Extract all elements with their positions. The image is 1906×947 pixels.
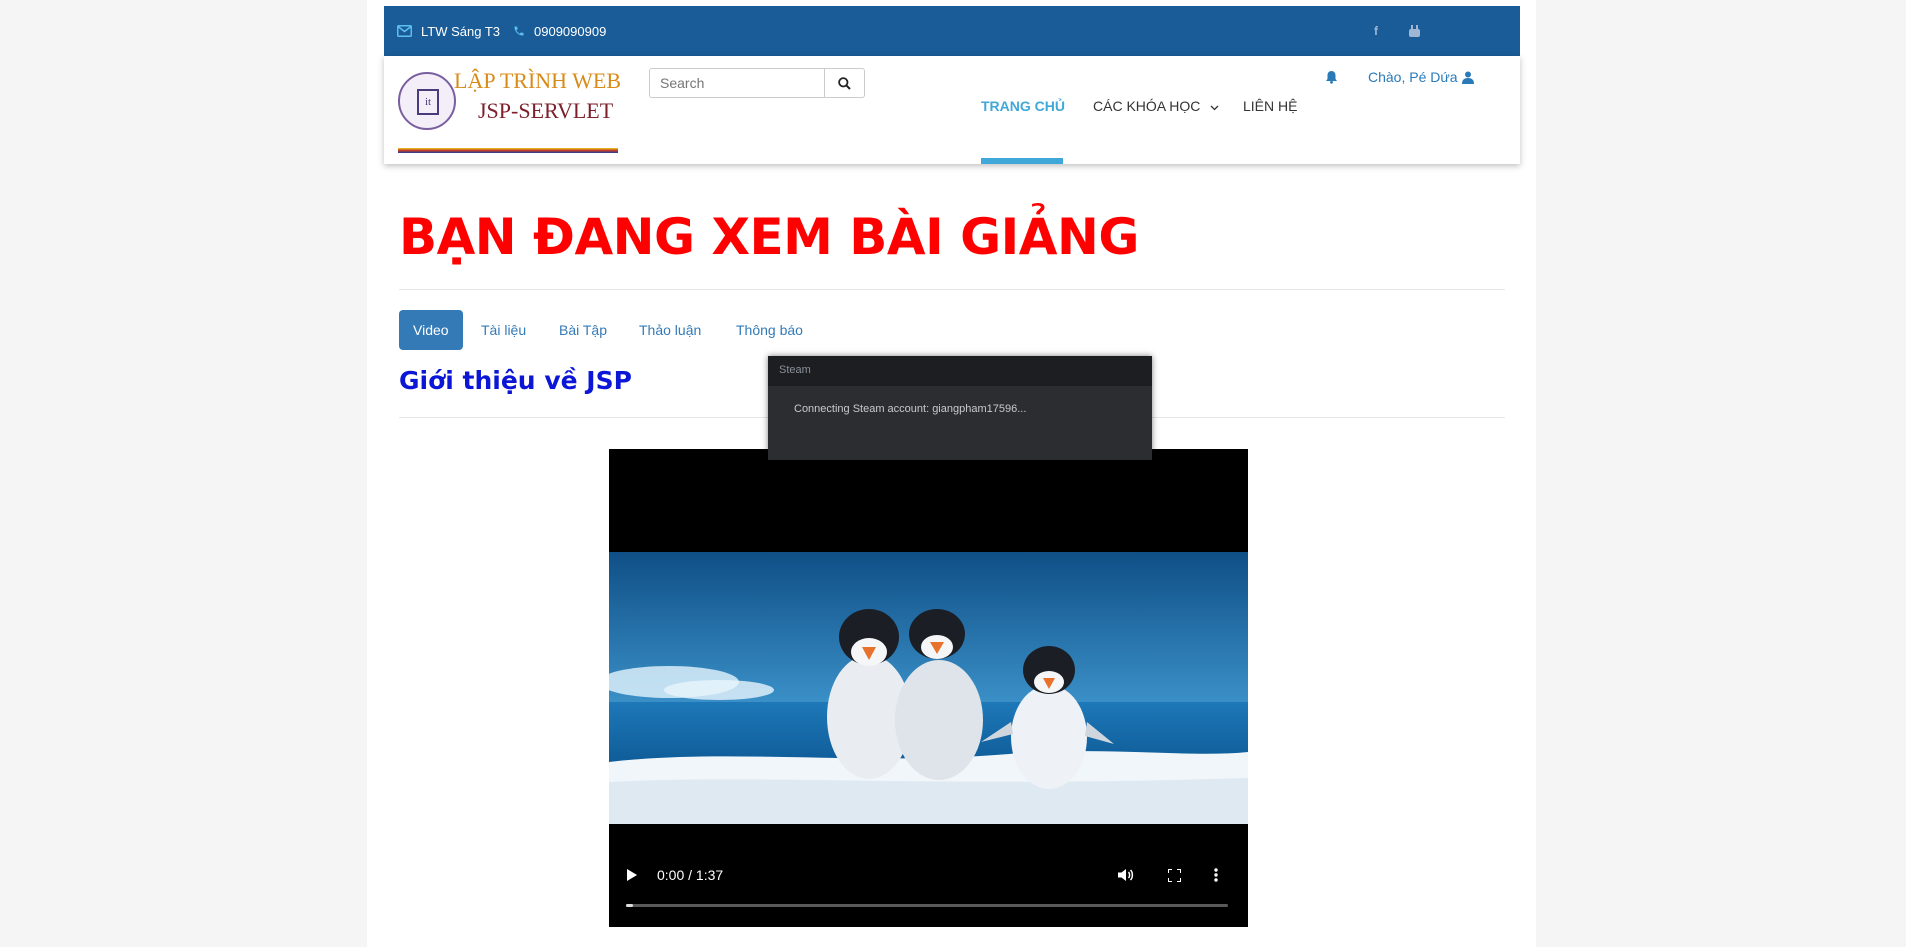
steam-popup: Steam Connecting Steam account: giangpha…	[768, 356, 1152, 460]
nav-courses-label: CÁC KHÓA HỌC	[1093, 98, 1201, 114]
phone-label: 0909090909	[534, 23, 607, 39]
divider	[399, 289, 1505, 290]
more-options-button[interactable]	[1206, 865, 1226, 885]
video-frame[interactable]	[609, 552, 1248, 824]
video-thumbnail	[609, 552, 1248, 824]
video-progress-bar[interactable]	[626, 904, 1228, 907]
tab-documents[interactable]: Tài liệu	[467, 310, 540, 350]
play-button[interactable]	[622, 865, 642, 885]
user-icon	[1461, 71, 1474, 84]
logo-title-line1: LẬP TRÌNH WEB	[454, 68, 622, 93]
phone-contact[interactable]: 0909090909	[513, 6, 606, 56]
site-logo[interactable]: it LẬP TRÌNH WEB JSP-SERVLET	[398, 66, 622, 154]
play-icon	[627, 869, 637, 881]
volume-icon	[1118, 869, 1134, 881]
user-greeting-label: Chào, Pé Dứa	[1368, 69, 1458, 85]
phone-icon	[514, 26, 524, 36]
steam-popup-message: Connecting Steam account: giangpham17596…	[794, 403, 1027, 415]
facebook-icon: f	[1374, 24, 1378, 38]
top-info-bar: LTW Sáng T3 0909090909 f	[384, 6, 1520, 56]
volume-button[interactable]	[1116, 865, 1136, 885]
user-greeting[interactable]: Chào, Pé Dứa	[1368, 69, 1474, 85]
search-icon	[838, 76, 851, 90]
youtube-link[interactable]	[1409, 6, 1420, 56]
video-controls: 0:00 / 1:37	[609, 845, 1248, 927]
fullscreen-button[interactable]	[1164, 865, 1184, 885]
nav-home[interactable]: TRANG CHỦ	[981, 98, 1065, 114]
university-seal: it	[398, 72, 456, 130]
steam-popup-title: Steam	[779, 364, 811, 376]
nav-courses[interactable]: CÁC KHÓA HỌC	[1093, 98, 1219, 114]
tab-exercises[interactable]: Bài Tập	[545, 310, 621, 350]
tab-discussion[interactable]: Thảo luận	[625, 310, 715, 350]
notification-bell[interactable]	[1325, 70, 1338, 89]
seal-text: it	[417, 89, 439, 115]
nav-contact[interactable]: LIÊN HỆ	[1243, 98, 1297, 114]
fullscreen-icon	[1167, 868, 1181, 882]
video-player[interactable]: 0:00 / 1:37	[609, 449, 1248, 927]
bell-icon	[1326, 71, 1337, 84]
tab-announcements[interactable]: Thông báo	[722, 310, 817, 350]
video-time: 0:00 / 1:37	[657, 867, 724, 883]
lesson-title: Giới thiệu về JSP	[399, 366, 632, 395]
tab-video[interactable]: Video	[399, 310, 463, 350]
video-progress-fill	[626, 904, 634, 907]
steam-popup-titlebar[interactable]: Steam	[768, 356, 1152, 386]
chevron-down-icon	[1210, 105, 1219, 111]
email-contact[interactable]: LTW Sáng T3	[397, 6, 500, 56]
facebook-link[interactable]: f	[1374, 6, 1378, 56]
page-title: BẠN ĐANG XEM BÀI GIẢNG	[399, 208, 1139, 266]
main-navbar: it LẬP TRÌNH WEB JSP-SERVLET TRANG CHỦ C…	[384, 56, 1520, 164]
search-button[interactable]	[825, 68, 865, 98]
logo-stripes	[398, 148, 618, 153]
nav-active-indicator	[981, 158, 1063, 164]
more-options-icon	[1214, 868, 1218, 882]
envelope-icon	[397, 25, 412, 37]
search-input[interactable]	[649, 68, 825, 98]
logo-title-line2: JSP-SERVLET	[478, 98, 614, 123]
youtube-icon	[1409, 25, 1420, 37]
email-label: LTW Sáng T3	[421, 23, 500, 39]
